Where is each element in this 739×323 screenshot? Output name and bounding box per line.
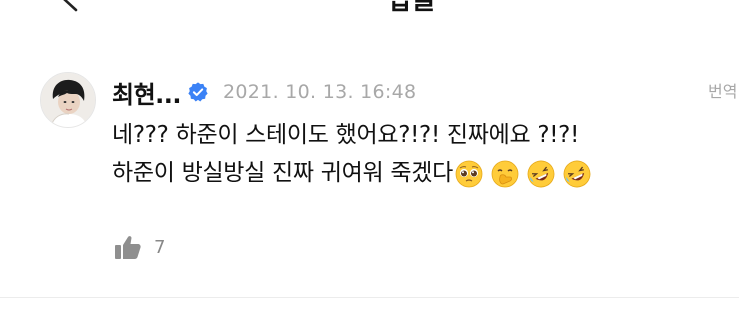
avatar-image [41,73,95,127]
comment-text: 네??? 하준이 스테이도 했어요?!?! 진짜에요 ?!?! 하준이 방실방실… [112,116,712,192]
comment-timestamp: 2021. 10. 13. 16:48 [223,81,417,103]
thumbs-up-icon[interactable] [114,234,142,260]
page-title: 답글 [388,0,436,16]
author-name[interactable]: 최현... [112,75,182,110]
verified-badge-icon [188,82,208,102]
like-count: 7 [154,236,166,258]
translate-link[interactable]: 번역 [708,78,737,102]
comment-text-line-1: 네??? 하준이 스테이도 했어요?!?! 진짜에요 ?!?! [112,122,579,148]
chevron-left-icon[interactable] [56,0,82,12]
comment-text-line-2: 하준이 방실방실 진짜 귀여워 죽겠다 [112,160,453,186]
avatar[interactable] [40,72,96,128]
rolling-on-floor-laughing-icon [563,160,591,187]
rolling-on-floor-laughing-icon [527,160,555,187]
emoji-row [455,160,599,188]
reply-screen: 답글 최현... 2021. 10. 13. 16:48 번역 네??? 하준이… [0,0,739,323]
pleading-face-icon [455,160,483,187]
comment-text-line-2-wrap: 하준이 방실방실 진짜 귀여워 죽겠다 [112,154,712,192]
divider [0,297,739,298]
face-with-hand-over-mouth-icon [491,160,519,187]
comment-meta: 최현... 2021. 10. 13. 16:48 [112,75,417,110]
like-button[interactable]: 7 [114,234,165,260]
